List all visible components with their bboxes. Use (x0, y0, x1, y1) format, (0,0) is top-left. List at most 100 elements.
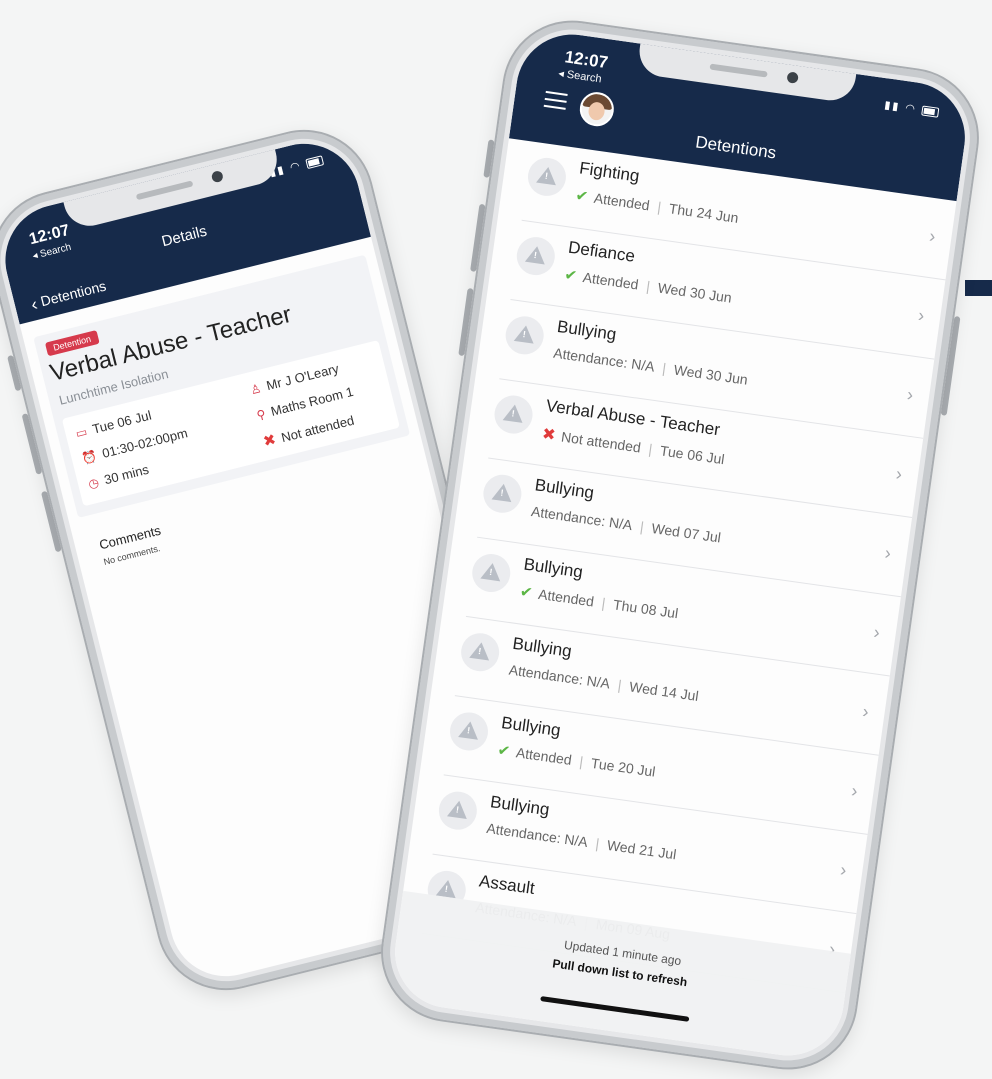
warning-triangle-icon (446, 799, 470, 819)
list-item-title: Fighting (578, 158, 641, 186)
list-item-status: Attendance: N/A (552, 344, 656, 375)
warning-icon (480, 472, 524, 516)
list-item-date: Tue 06 Jul (659, 442, 726, 468)
list-item-date: Thu 24 Jun (667, 200, 740, 226)
list-item-meta: ✔ Attended | Wed 30 Jun (563, 265, 733, 306)
list-item-title: Bullying (500, 712, 562, 741)
cross-icon: ✖ (540, 425, 557, 445)
warning-icon (492, 393, 535, 437)
check-icon: ✔ (563, 266, 579, 285)
list-item-date: Wed 14 Jul (628, 678, 700, 704)
list-item-status: Not attended (560, 428, 642, 456)
list-item-title: Assault (477, 871, 536, 899)
warning-triangle-icon (536, 165, 559, 186)
status-icons: ▮▮ ◠ (884, 98, 940, 119)
warning-triangle-icon (524, 244, 548, 265)
battery-icon (305, 155, 325, 170)
battery-icon (921, 105, 940, 118)
separator: | (639, 518, 645, 535)
list-item-title: Defiance (567, 237, 637, 266)
warning-icon (458, 630, 502, 674)
chevron-right-icon[interactable]: › (895, 463, 904, 485)
chevron-right-icon[interactable]: › (850, 780, 859, 802)
warning-icon (514, 234, 558, 278)
background-accent (965, 280, 992, 296)
list-item-date: Wed 30 Jun (672, 361, 749, 388)
camera (210, 169, 225, 184)
warning-triangle-icon (458, 720, 481, 740)
calendar-icon: ▭ (74, 424, 89, 441)
list-item-status: Attendance: N/A (530, 503, 634, 534)
menu-icon[interactable] (543, 90, 568, 110)
chevron-right-icon[interactable]: › (872, 622, 881, 644)
warning-icon (503, 313, 547, 357)
list-item-meta: Attendance: N/A | Wed 14 Jul (508, 661, 700, 703)
check-icon: ✔ (518, 583, 534, 602)
list-item-title: Bullying (489, 792, 551, 820)
chevron-right-icon[interactable]: › (883, 543, 893, 565)
list-item-title: Bullying (533, 475, 596, 503)
chevron-left-icon: ‹ (28, 293, 40, 315)
separator: | (656, 198, 663, 216)
warning-triangle-icon (502, 403, 525, 423)
list-item-date: Wed 30 Jun (656, 279, 733, 306)
check-icon: ✔ (496, 741, 512, 761)
separator: | (600, 594, 607, 612)
location-pin-icon: ⚲ (255, 406, 268, 423)
list-item-meta: ✔ Attended | Tue 20 Jul (496, 741, 656, 781)
warning-icon (525, 155, 569, 199)
list-item-status: Attendance: N/A (507, 661, 612, 692)
stopwatch-icon: ◷ (86, 475, 101, 492)
chevron-right-icon[interactable]: › (861, 701, 870, 723)
check-icon: ✔ (574, 187, 590, 206)
warning-icon (447, 709, 491, 753)
info-duration: ◷ 30 mins (86, 461, 151, 492)
list-item-title: Bullying (511, 633, 573, 661)
warning-icon (469, 551, 513, 595)
wifi-icon: ◠ (288, 159, 304, 175)
list-item-status: Attendance: N/A (485, 819, 589, 850)
list-item-status: Attended (581, 268, 640, 293)
chevron-right-icon[interactable]: › (917, 305, 926, 327)
list-item-meta: Attendance: N/A | Wed 30 Jun (552, 345, 748, 388)
camera (786, 71, 799, 84)
list-item-status: Attended (537, 585, 596, 610)
list-item-meta: Attendance: N/A | Wed 07 Jul (530, 503, 722, 545)
list-item-date: Thu 08 Jul (612, 596, 680, 622)
separator: | (594, 835, 601, 852)
list-item-date: Tue 20 Jul (589, 754, 657, 780)
speaker (709, 63, 768, 78)
list-item-status: Attended (592, 189, 651, 214)
list-item-meta: ✔ Attended | Thu 08 Jul (519, 582, 680, 622)
person-icon: ♙ (248, 381, 263, 398)
separator: | (578, 753, 585, 770)
phone-detentions: 12:07 ◂ Search ▮▮ ◠ Detentions Fighting✔… (372, 11, 988, 1079)
list-item-status: Attended (515, 744, 573, 768)
list-item-date: Wed 21 Jul (606, 836, 678, 863)
chevron-right-icon[interactable]: › (839, 860, 848, 882)
separator: | (645, 277, 652, 295)
warning-triangle-icon (491, 482, 514, 503)
detentions-screen: 12:07 ◂ Search ▮▮ ◠ Detentions Fighting✔… (387, 27, 973, 1063)
list-item-date: Wed 07 Jul (650, 519, 722, 546)
back-label: Detentions (38, 277, 108, 310)
home-indicator[interactable] (540, 996, 690, 1022)
speaker (135, 180, 194, 201)
warning-icon (436, 789, 480, 833)
chevron-right-icon[interactable]: › (928, 226, 937, 248)
wifi-icon: ◠ (904, 102, 918, 116)
separator: | (616, 676, 623, 694)
list-item-title: Bullying (555, 316, 618, 344)
list-item-title: Bullying (522, 554, 585, 582)
chevron-right-icon[interactable]: › (906, 384, 915, 406)
signal-icon: ▮▮ (883, 99, 902, 114)
warning-triangle-icon (480, 561, 503, 582)
list-item-meta: ✔ Attended | Thu 24 Jun (574, 186, 739, 227)
separator: | (661, 359, 668, 377)
list-item-meta: Attendance: N/A | Wed 21 Jul (486, 820, 678, 862)
separator: | (647, 440, 654, 458)
alarm-clock-icon: ⏰ (80, 448, 99, 467)
cross-icon: ✖ (261, 431, 278, 451)
warning-triangle-icon (513, 324, 536, 344)
back-button[interactable]: ‹Detentions (29, 277, 109, 316)
